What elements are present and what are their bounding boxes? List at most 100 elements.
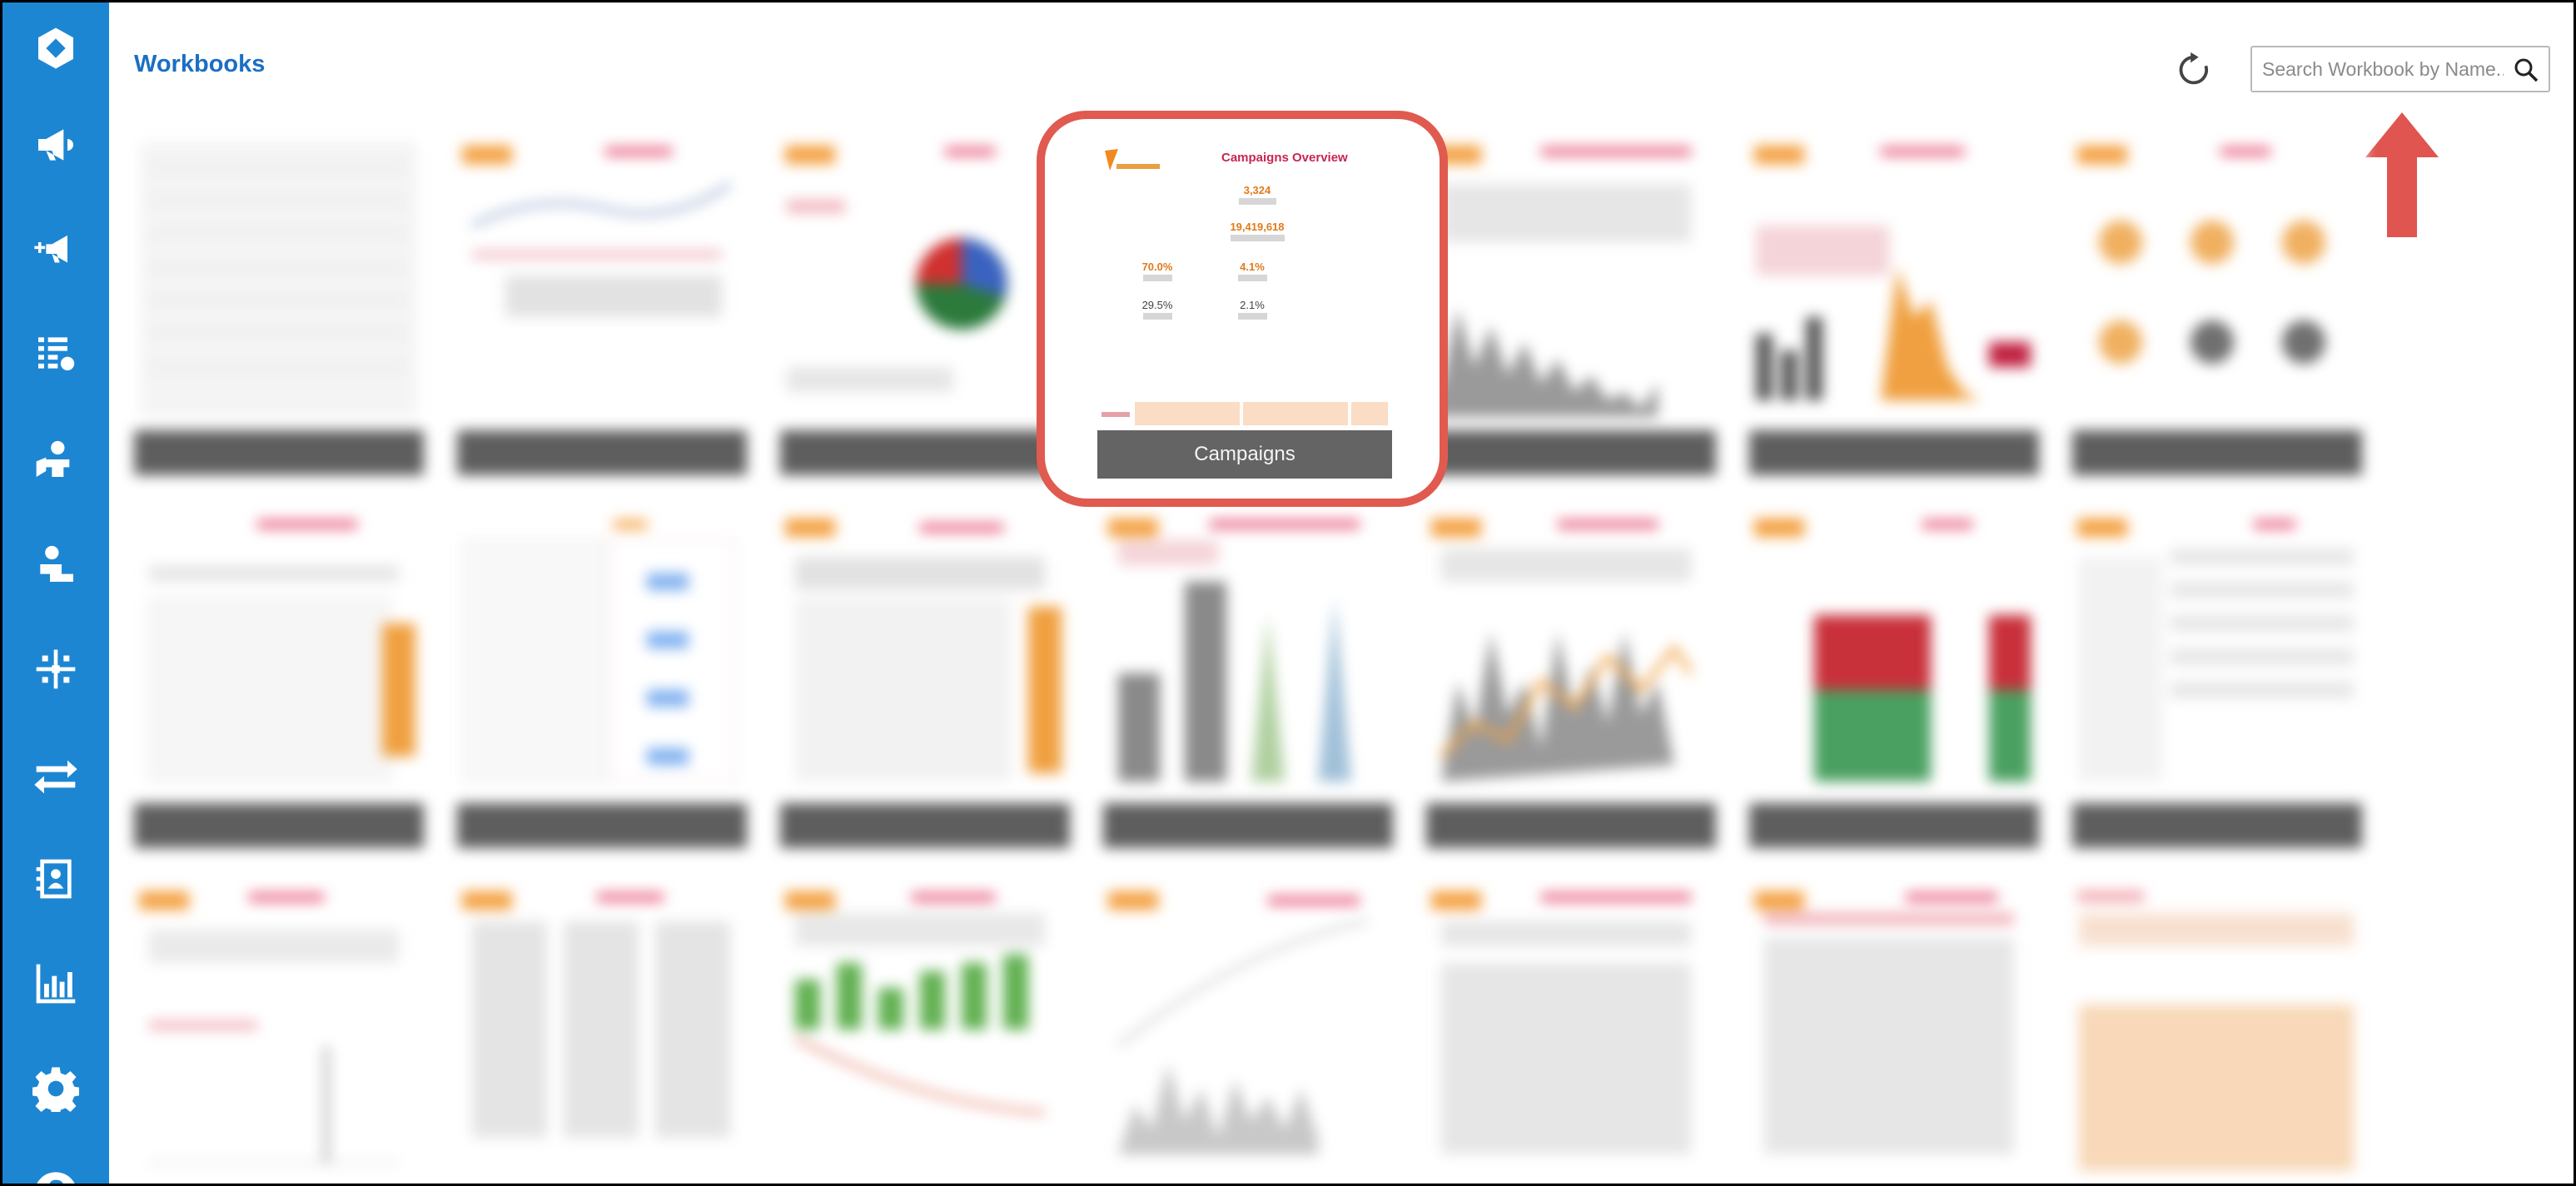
- workbook-card[interactable]: [778, 134, 1072, 475]
- contact-card-icon: [36, 859, 72, 899]
- workbook-card[interactable]: [1425, 134, 1718, 475]
- sidebar-item-new-campaign[interactable]: [2, 202, 109, 294]
- workbook-card[interactable]: [2071, 134, 2364, 475]
- workbook-card-label: [780, 803, 1070, 848]
- kpi-caption-bar: [1230, 235, 1285, 241]
- kpi-tile: 19,419,618: [1203, 221, 1311, 241]
- kpi-caption-bar: [1142, 275, 1172, 281]
- network-icon: [36, 649, 76, 689]
- sidebar-item-campaigns[interactable]: [2, 99, 109, 191]
- cube-logo-icon: [38, 27, 73, 69]
- workbook-thumbnail: [148, 520, 415, 782]
- kpi-tile: 4.1%: [1223, 261, 1281, 281]
- workbook-thumbnail: [785, 146, 1007, 392]
- brand-logo-icon: [1105, 149, 1160, 171]
- workbook-card-label: [457, 430, 747, 475]
- sidebar-item-home-logo[interactable]: [2, 2, 109, 94]
- kpi-value: 70.0%: [1141, 261, 1173, 273]
- search-box: [2250, 46, 2550, 92]
- workbook-thumbnail: [785, 891, 1046, 1115]
- workbook-card-label: [134, 803, 424, 848]
- workbook-card-label: [780, 430, 1070, 475]
- sidebar-item-help[interactable]: [2, 1148, 109, 1184]
- workbook-thumbnail: [1108, 519, 1360, 782]
- workbook-thumbnail: [2077, 146, 2325, 364]
- sidebar-item-transfers[interactable]: [2, 728, 109, 820]
- annotation-arrow-icon: [2365, 112, 2439, 237]
- workbook-card[interactable]: [455, 134, 748, 475]
- workbook-thumbnail: [462, 891, 730, 1138]
- workbook-card[interactable]: [1425, 880, 1718, 1184]
- workbook-card-label: [2072, 430, 2362, 475]
- workbook-card[interactable]: [778, 507, 1072, 848]
- workbook-card-label: [457, 803, 747, 848]
- kpi-caption-bar: [1238, 198, 1276, 205]
- megaphone-add-icon: [34, 235, 67, 263]
- sidebar-item-integrations[interactable]: [2, 623, 109, 715]
- person-desk-icon: [40, 545, 73, 582]
- workbook-card-label: [1749, 803, 2039, 848]
- refresh-icon: [2179, 52, 2208, 85]
- bar-chart-icon: [36, 964, 76, 1004]
- thumb-filter-strip: [1102, 402, 1388, 425]
- workbook-card[interactable]: [455, 507, 748, 848]
- sidebar-item-settings[interactable]: [2, 1043, 109, 1134]
- workbook-thumbnail: [1431, 519, 1693, 782]
- workbook-card-campaigns[interactable]: Campaigns Overview 3,324 19,419,618 70.0…: [1095, 134, 1395, 482]
- kpi-caption-bar: [1237, 275, 1267, 281]
- kpi-value: 19,419,618: [1230, 221, 1285, 233]
- workbook-card-label: [1426, 430, 1716, 475]
- sidebar-item-reports[interactable]: [2, 938, 109, 1030]
- sidebar: [2, 2, 109, 1184]
- megaphone-icon: [38, 129, 73, 161]
- search-icon[interactable]: [2512, 56, 2540, 84]
- sidebar-item-lists[interactable]: [2, 307, 109, 399]
- kpi-value: 3,324: [1243, 184, 1271, 196]
- workbook-card-label: Campaigns: [1097, 430, 1392, 479]
- workbook-thumbnail: [1754, 519, 2031, 782]
- kpi-value: 4.1%: [1240, 261, 1265, 273]
- workbook-card[interactable]: [1748, 507, 2041, 848]
- refresh-button[interactable]: [2171, 47, 2216, 92]
- workbook-card[interactable]: [132, 880, 425, 1184]
- workbook-card[interactable]: [455, 880, 748, 1184]
- workbook-card-label: [134, 430, 424, 475]
- page-title: Workbooks: [134, 51, 266, 77]
- sidebar-item-agents[interactable]: [2, 519, 109, 610]
- workbook-thumbnail: [139, 891, 399, 1164]
- workbook-thumbnail: [1431, 891, 1691, 1154]
- workbook-thumbnail: [462, 146, 732, 317]
- workbook-thumbnail: [463, 520, 735, 782]
- workbook-card-label: [1749, 430, 2039, 475]
- workbook-card[interactable]: [778, 880, 1072, 1184]
- kpi-tile: 70.0%: [1128, 261, 1186, 281]
- kpi-value: 29.5%: [1141, 299, 1173, 311]
- workbook-card[interactable]: [132, 507, 425, 848]
- workbook-card[interactable]: [1102, 880, 1395, 1184]
- workbook-thumbnail: [2077, 519, 2354, 782]
- kpi-caption-bar: [1142, 313, 1172, 320]
- workbook-card[interactable]: [1102, 507, 1395, 848]
- workbook-card[interactable]: [1425, 507, 1718, 848]
- workbook-thumbnail: [1754, 146, 2031, 400]
- workbook-card[interactable]: [1748, 134, 2041, 475]
- workbook-card[interactable]: [2071, 507, 2364, 848]
- workbook-card-label: [1103, 803, 1393, 848]
- person-hand-icon: [36, 440, 70, 477]
- gear-icon: [32, 1067, 79, 1112]
- workbook-thumbnail: [2077, 891, 2354, 1171]
- thumb-title: Campaigns Overview: [1221, 151, 1348, 165]
- help-icon: [37, 1172, 75, 1184]
- search-input[interactable]: [2262, 52, 2504, 86]
- sidebar-item-audience[interactable]: [2, 414, 109, 505]
- kpi-value: 2.1%: [1240, 299, 1265, 311]
- sidebar-item-contacts[interactable]: [2, 833, 109, 925]
- transfer-arrows-icon: [34, 760, 77, 794]
- workbook-card[interactable]: [132, 134, 425, 475]
- workbook-card[interactable]: [2071, 880, 2364, 1184]
- kpi-caption-bar: [1237, 313, 1267, 320]
- workbook-thumbnail: [1754, 891, 2014, 1154]
- workbook-card-label: [1426, 803, 1716, 848]
- workbook-card[interactable]: [1748, 880, 2041, 1184]
- workbook-card-label: [2072, 803, 2362, 848]
